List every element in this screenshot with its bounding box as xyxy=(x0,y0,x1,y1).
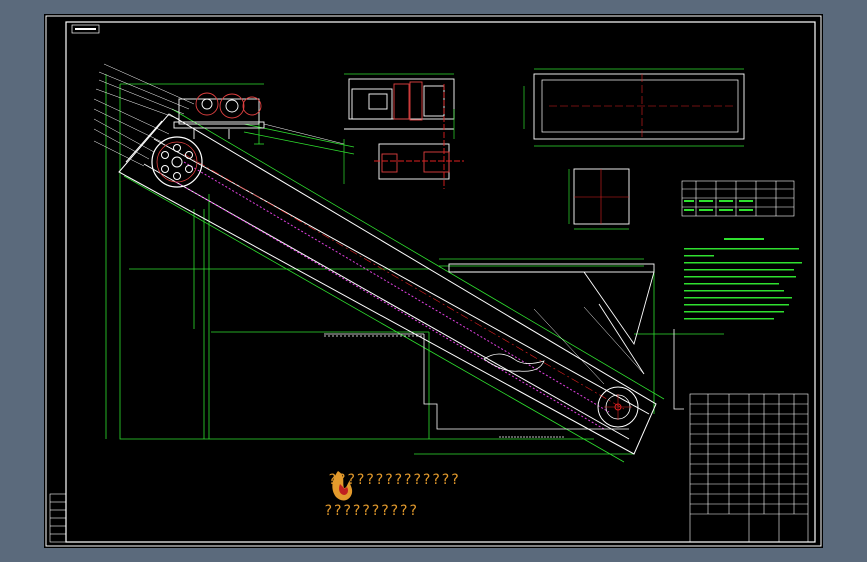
technical-notes xyxy=(684,238,802,320)
conveyor-casing xyxy=(118,113,657,455)
square-section-view xyxy=(568,168,630,230)
drawing-canvas xyxy=(45,15,822,547)
casing-outline xyxy=(123,108,665,463)
cad-drawing-sheet xyxy=(44,14,823,548)
parameter-table xyxy=(681,180,795,217)
hopper xyxy=(448,263,655,375)
parameter-table-fill xyxy=(684,200,753,211)
tail-sprocket xyxy=(597,386,639,428)
watermark-line-2: ?????????? xyxy=(324,503,419,519)
centerline xyxy=(183,153,625,410)
watermark-line-1: ?????????????? xyxy=(328,472,461,488)
drive-unit xyxy=(173,92,265,139)
outer-frame xyxy=(45,15,822,547)
plate-view xyxy=(523,68,745,147)
title-block xyxy=(689,393,809,543)
conveyor-chain xyxy=(175,161,610,430)
drive-detail-view xyxy=(344,78,464,189)
chain-detail xyxy=(483,353,545,372)
revision-block xyxy=(49,493,67,543)
